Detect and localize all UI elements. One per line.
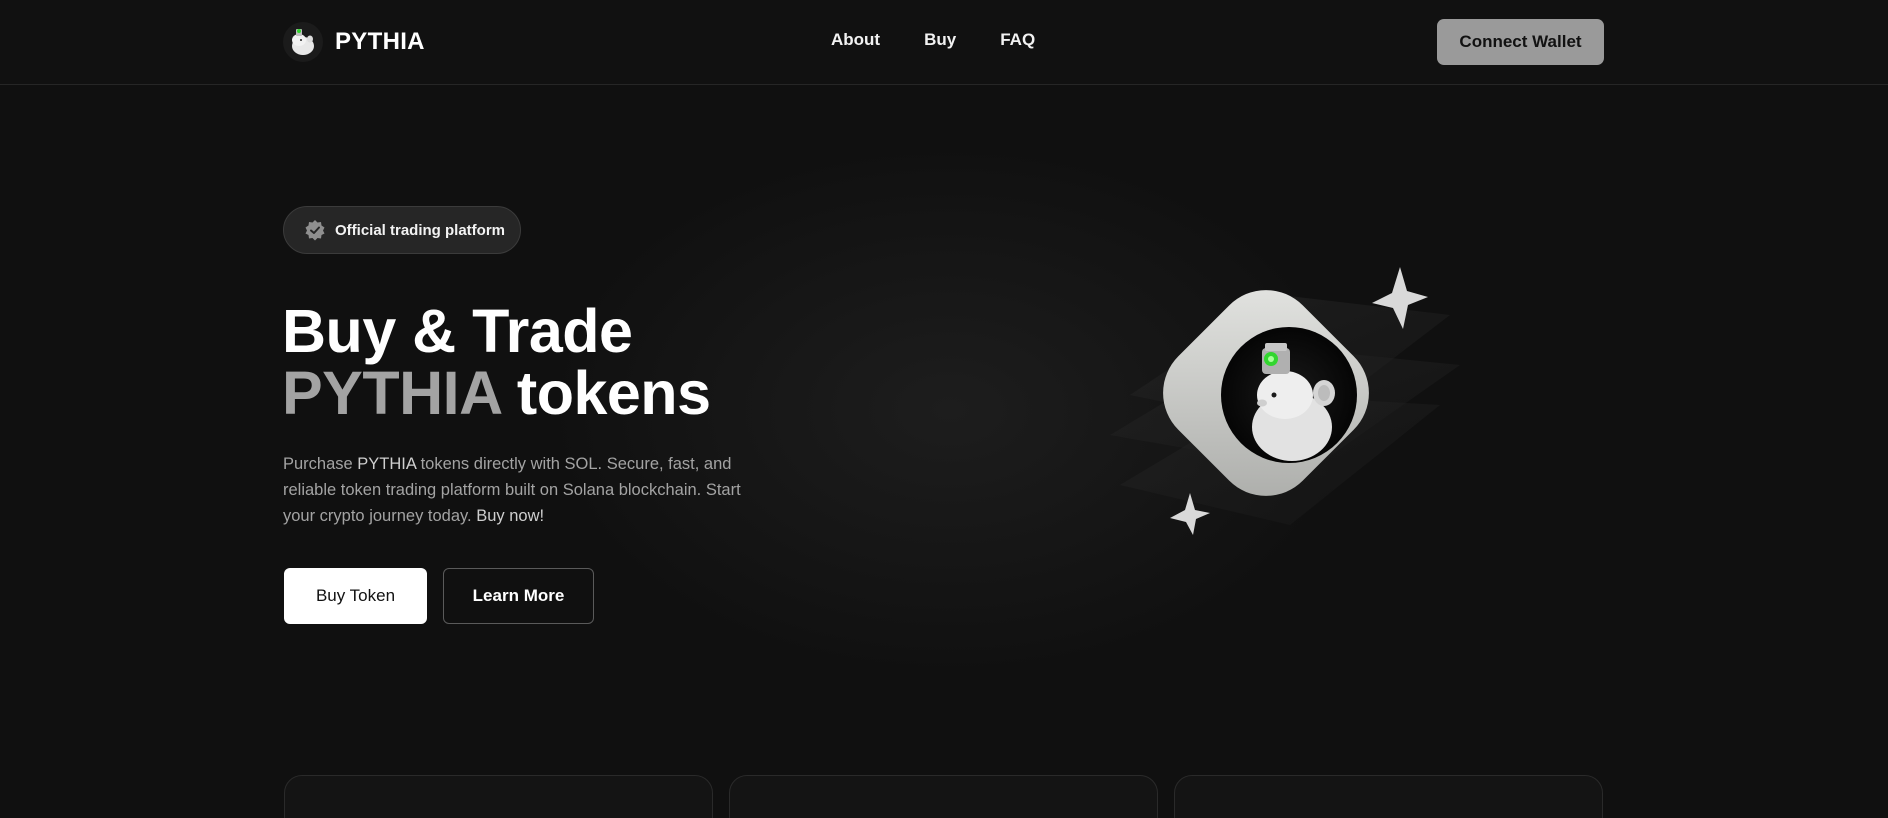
headline-highlight: PYTHIA xyxy=(282,359,501,427)
hero-illustration xyxy=(1090,255,1510,575)
feature-card-1 xyxy=(284,775,713,818)
pythia-logo-icon xyxy=(283,22,323,62)
nav-buy-link[interactable]: Buy xyxy=(924,30,956,50)
desc-highlight-pythia: PYTHIA xyxy=(357,455,416,473)
hero-description: Purchase PYTHIA tokens directly with SOL… xyxy=(283,451,743,529)
headline-rest: tokens xyxy=(500,359,711,427)
hero-headline: Buy & Trade PYTHIA tokens xyxy=(282,300,711,424)
badge-text: Official trading platform xyxy=(335,221,506,239)
site-header: PYTHIA About Buy FAQ Connect Wallet xyxy=(0,0,1888,85)
desc-highlight-buy-now: Buy now! xyxy=(476,507,545,525)
feature-card-3 xyxy=(1174,775,1603,818)
nav-about-link[interactable]: About xyxy=(831,30,880,50)
connect-wallet-button[interactable]: Connect Wallet xyxy=(1437,19,1604,65)
feature-card-2 xyxy=(729,775,1158,818)
desc-part1: Purchase xyxy=(283,455,358,473)
main-nav: About Buy FAQ xyxy=(831,30,1035,50)
nav-faq-link[interactable]: FAQ xyxy=(1000,30,1035,50)
official-platform-badge: Official trading platform xyxy=(283,206,521,254)
verified-badge-icon xyxy=(305,220,325,241)
buy-token-button[interactable]: Buy Token xyxy=(284,568,427,624)
learn-more-button[interactable]: Learn More xyxy=(443,568,594,624)
headline-line1: Buy & Trade xyxy=(282,297,633,365)
brand[interactable]: PYTHIA xyxy=(283,22,425,62)
brand-name: PYTHIA xyxy=(335,28,425,55)
